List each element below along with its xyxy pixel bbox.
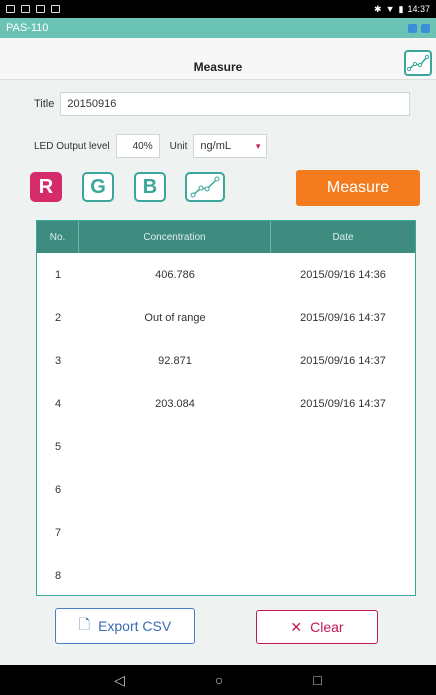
row-date: 2015/09/16 14:36 xyxy=(300,268,386,281)
action-buttons: 🗋 Export CSV ✕ Clear xyxy=(0,608,436,644)
row-no: 7 xyxy=(54,526,62,539)
export-csv-button[interactable]: 🗋 Export CSV xyxy=(55,608,195,644)
curve-icon xyxy=(190,176,220,198)
table-row[interactable]: 2 Out of range 2015/09/16 14:37 xyxy=(37,296,415,339)
bluetooth-icon: ✱ xyxy=(374,3,382,14)
row-date xyxy=(271,554,415,597)
export-csv-label: Export CSV xyxy=(98,618,172,634)
app-name: PAS-110 xyxy=(6,22,49,34)
row-concentration: Out of range xyxy=(144,311,206,324)
table-row[interactable]: 6 xyxy=(37,468,415,511)
channel-button-row: R G B Measure xyxy=(30,170,420,210)
app-bar: PAS-110 xyxy=(0,18,436,38)
row-date xyxy=(271,468,415,511)
table-row[interactable]: 1 406.786 2015/09/16 14:36 xyxy=(37,253,415,296)
table-header: No. Concentration Date xyxy=(37,221,415,253)
unit-value: ng/mL xyxy=(200,140,231,152)
table-row[interactable]: 3 92.871 2015/09/16 14:37 xyxy=(37,339,415,382)
row-date xyxy=(271,511,415,554)
status-right: ✱ ▼ ▮ 14:37 xyxy=(374,4,430,15)
row-concentration: 92.871 xyxy=(158,354,192,367)
clock: 14:37 xyxy=(407,4,430,14)
blue-channel-button[interactable]: B xyxy=(134,172,166,202)
wifi-icon: ▼ xyxy=(385,4,395,14)
status-bar: ✱ ▼ ▮ 14:37 xyxy=(0,0,436,18)
file-icon: 🗋 xyxy=(78,616,91,632)
row-no: 3 xyxy=(54,354,62,367)
title-label: Title xyxy=(34,98,55,110)
results-table: No. Concentration Date 1 406.786 2015/09… xyxy=(36,220,416,596)
app-icon xyxy=(421,23,430,33)
scatter-chart-icon xyxy=(407,54,429,72)
app-icon xyxy=(408,23,417,33)
row-no: 8 xyxy=(54,569,62,582)
measure-button[interactable]: Measure xyxy=(296,170,420,206)
table-row[interactable]: 5 xyxy=(37,425,415,468)
led-row: LED Output level 40% Unit ng/mL ▾ xyxy=(34,134,268,158)
clear-label: Clear xyxy=(310,619,344,635)
title-input[interactable]: 20150916 xyxy=(60,92,411,116)
notification-icons xyxy=(6,5,60,13)
table-row[interactable]: 7 xyxy=(37,511,415,554)
red-channel-button[interactable]: R xyxy=(30,172,62,202)
header-concentration: Concentration xyxy=(79,221,271,253)
row-concentration xyxy=(79,554,271,597)
battery-icon: ▮ xyxy=(398,3,404,14)
table-row[interactable]: 8 xyxy=(37,554,415,597)
table-row[interactable]: 4 203.084 2015/09/16 14:37 xyxy=(37,382,415,425)
recents-icon[interactable]: □ xyxy=(313,672,321,688)
row-concentration xyxy=(79,425,271,468)
led-output-label: LED Output level xyxy=(34,140,110,152)
row-concentration: 203.084 xyxy=(155,397,195,410)
header-no: No. xyxy=(37,221,79,253)
row-no: 4 xyxy=(54,397,62,410)
header-date: Date xyxy=(332,231,354,243)
row-date: 2015/09/16 14:37 xyxy=(300,397,386,410)
unit-select[interactable]: ng/mL ▾ xyxy=(193,134,268,158)
home-icon[interactable]: ○ xyxy=(215,672,223,688)
back-icon[interactable]: ◁ xyxy=(114,672,125,689)
calibration-curve-button[interactable] xyxy=(185,172,225,202)
row-date: 2015/09/16 14:37 xyxy=(300,354,386,367)
unit-label: Unit xyxy=(169,140,188,152)
title-row: Title 20150916 xyxy=(34,92,411,116)
page-header: Measure xyxy=(0,38,436,80)
clear-button[interactable]: ✕ Clear xyxy=(256,610,378,644)
dropdown-arrow-icon: ▾ xyxy=(255,140,261,151)
chart-view-button[interactable] xyxy=(404,50,432,76)
app-bar-icons xyxy=(408,23,430,33)
row-concentration: 406.786 xyxy=(155,268,195,281)
system-nav-bar: ◁ ○ □ xyxy=(0,665,436,695)
close-icon: ✕ xyxy=(290,618,303,635)
row-date: 2015/09/16 14:37 xyxy=(300,311,386,324)
row-no: 5 xyxy=(54,440,62,453)
page-title: Measure xyxy=(193,60,243,74)
row-no: 6 xyxy=(54,483,62,496)
row-no: 2 xyxy=(54,311,62,324)
led-output-input[interactable]: 40% xyxy=(115,134,160,158)
row-no: 1 xyxy=(54,268,62,281)
green-channel-button[interactable]: G xyxy=(82,172,114,202)
row-concentration xyxy=(79,511,271,554)
row-concentration xyxy=(79,468,271,511)
row-date xyxy=(271,425,415,468)
